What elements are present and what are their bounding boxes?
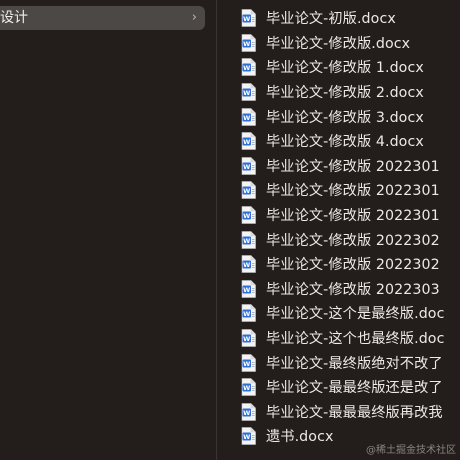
svg-text:W: W <box>243 335 250 343</box>
svg-text:W: W <box>243 40 250 48</box>
selected-folder-row[interactable]: 设计 › <box>0 6 205 30</box>
word-document-icon: W <box>241 83 256 101</box>
svg-text:W: W <box>243 15 250 23</box>
file-name: 毕业论文-修改版 2.docx <box>266 85 424 102</box>
svg-text:W: W <box>243 409 250 417</box>
file-name: 毕业论文-修改版 2022301 <box>266 208 440 225</box>
word-document-icon: W <box>241 280 256 298</box>
file-name: 毕业论文-修改版 2022301 <box>266 158 440 175</box>
file-name: 遗书.docx <box>266 429 334 446</box>
svg-text:W: W <box>243 433 250 441</box>
file-row[interactable]: W 毕业论文-修改版 2022301 <box>217 154 460 179</box>
finder-window: 设计 › W 毕业论文-初版.docx W 毕业论文-修改版.docx W 毕业论文-修改… <box>0 0 460 460</box>
file-name: 毕业论文-修改版 2022302 <box>266 232 440 249</box>
file-name: 毕业论文-修改版 2022301 <box>266 183 440 200</box>
file-name: 毕业论文-最终版绝对不改了 <box>266 355 443 372</box>
folder-label: 设计 <box>0 10 28 26</box>
file-name: 毕业论文-修改版.docx <box>266 35 411 52</box>
file-row[interactable]: W 毕业论文-修改版.docx <box>217 31 460 56</box>
file-row[interactable]: W 毕业论文-修改版 2.docx <box>217 80 460 105</box>
file-name: 毕业论文-修改版 2022302 <box>266 257 440 274</box>
file-name: 毕业论文-这个也最终版.doc <box>266 331 445 348</box>
word-document-icon: W <box>241 181 256 200</box>
file-name: 毕业论文-修改版 1.docx <box>266 60 424 77</box>
chevron-right-icon: › <box>191 10 197 25</box>
svg-text:W: W <box>243 187 250 195</box>
file-row[interactable]: W 毕业论文-最最终版还是改了 <box>217 375 460 400</box>
word-document-icon: W <box>241 353 256 372</box>
word-document-icon: W <box>241 329 256 347</box>
word-document-icon: W <box>241 58 256 77</box>
folder-column: 设计 › <box>0 0 216 460</box>
word-document-icon: W <box>241 427 256 446</box>
word-document-icon: W <box>241 230 256 249</box>
svg-text:W: W <box>243 212 250 220</box>
svg-text:W: W <box>243 286 250 294</box>
svg-text:W: W <box>243 384 250 392</box>
svg-text:W: W <box>243 64 250 72</box>
word-document-icon: W <box>241 378 256 397</box>
word-document-icon: W <box>241 255 256 274</box>
file-name: 毕业论文-这个是最终版.doc <box>266 306 445 323</box>
watermark: @稀土掘金技术社区 <box>366 445 456 456</box>
file-row[interactable]: W 毕业论文-修改版 2022301 <box>217 178 460 203</box>
svg-text:W: W <box>243 138 250 146</box>
file-row[interactable]: W 毕业论文-这个也最终版.doc <box>217 326 460 351</box>
file-row[interactable]: W 毕业论文-修改版 2022301 <box>217 203 460 228</box>
file-row[interactable]: W 毕业论文-修改版 1.docx <box>217 55 460 80</box>
file-name: 毕业论文-修改版 3.docx <box>266 109 424 126</box>
svg-text:W: W <box>243 360 250 368</box>
word-document-icon: W <box>241 402 256 421</box>
file-name: 毕业论文-修改版 4.docx <box>266 134 424 151</box>
file-name: 毕业论文-初版.docx <box>266 11 396 28</box>
word-document-icon: W <box>241 34 256 52</box>
svg-text:W: W <box>243 114 250 122</box>
file-list: W 毕业论文-初版.docx W 毕业论文-修改版.docx W 毕业论文-修改版 1.d… <box>217 6 460 449</box>
word-document-icon: W <box>241 132 256 151</box>
file-name: 毕业论文-最最终版还是改了 <box>266 380 443 397</box>
file-row[interactable]: W 毕业论文-修改版 2022302 <box>217 252 460 277</box>
word-document-icon: W <box>241 157 256 175</box>
file-row[interactable]: W 毕业论文-修改版 4.docx <box>217 129 460 154</box>
file-row[interactable]: W 毕业论文-修改版 2022302 <box>217 227 460 252</box>
word-document-icon: W <box>241 304 256 323</box>
word-document-icon: W <box>241 9 256 28</box>
file-row[interactable]: W 毕业论文-修改版 3.docx <box>217 104 460 129</box>
svg-text:W: W <box>243 237 250 245</box>
file-row[interactable]: W 毕业论文-修改版 2022303 <box>217 277 460 302</box>
svg-text:W: W <box>243 89 250 97</box>
svg-text:W: W <box>243 310 250 318</box>
file-row[interactable]: W 毕业论文-这个是最终版.doc <box>217 301 460 326</box>
word-document-icon: W <box>241 107 256 126</box>
svg-text:W: W <box>243 163 250 171</box>
file-row[interactable]: W 毕业论文-最最最终版再改我 <box>217 400 460 425</box>
file-row[interactable]: W 毕业论文-最终版绝对不改了 <box>217 350 460 375</box>
svg-text:W: W <box>243 261 250 269</box>
word-document-icon: W <box>241 206 256 224</box>
file-name: 毕业论文-最最最终版再改我 <box>266 404 443 421</box>
file-name: 毕业论文-修改版 2022303 <box>266 281 440 298</box>
file-row[interactable]: W 毕业论文-初版.docx <box>217 6 460 31</box>
